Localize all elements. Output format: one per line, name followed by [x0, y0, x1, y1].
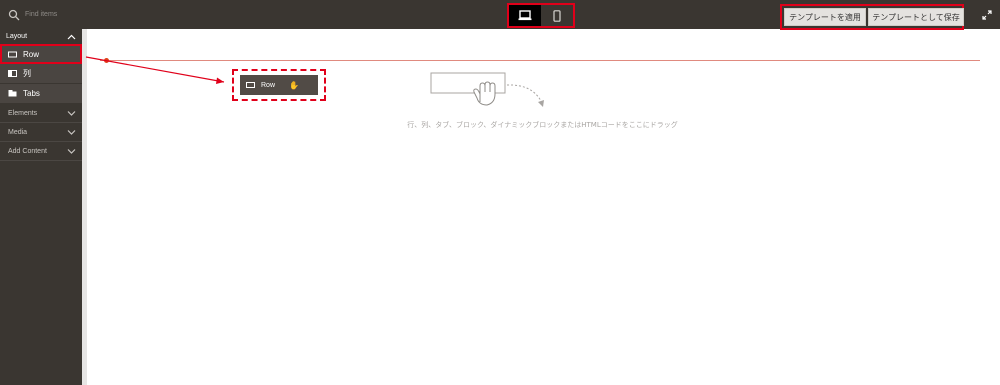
dragging-row-ghost[interactable]: Row ✋: [240, 75, 318, 95]
ghost-label: Row: [261, 81, 276, 89]
chevron-down-icon: [67, 111, 76, 116]
apply-template-button[interactable]: テンプレートを適用: [784, 8, 866, 26]
category-label: Elements: [8, 109, 38, 117]
tabs-icon: [8, 90, 17, 97]
chevron-down-icon: [67, 149, 76, 154]
device-switcher: [507, 3, 575, 28]
drop-zone-illustration: [430, 72, 544, 107]
sidebar-item-label: Tabs: [23, 89, 40, 98]
save-as-template-button[interactable]: テンプレートとして保存: [868, 8, 964, 26]
row-icon: [246, 82, 255, 88]
drag-arrow: [85, 56, 225, 84]
mobile-view-button[interactable]: [541, 5, 573, 26]
desktop-icon: [518, 10, 532, 21]
desktop-view-button[interactable]: [509, 5, 541, 26]
category-add-content[interactable]: Add Content: [0, 142, 82, 161]
category-label: Add Content: [8, 147, 47, 155]
template-actions: テンプレートを適用 テンプレートとして保存: [780, 4, 964, 30]
drop-hint-text: 行、列、タブ、ブロック、ダイナミックブロックまたはHTMLコードをここにドラッグ: [407, 121, 678, 129]
grab-hand-icon: ✋: [289, 80, 299, 90]
mobile-icon: [553, 9, 561, 22]
fullscreen-icon[interactable]: [982, 10, 992, 20]
